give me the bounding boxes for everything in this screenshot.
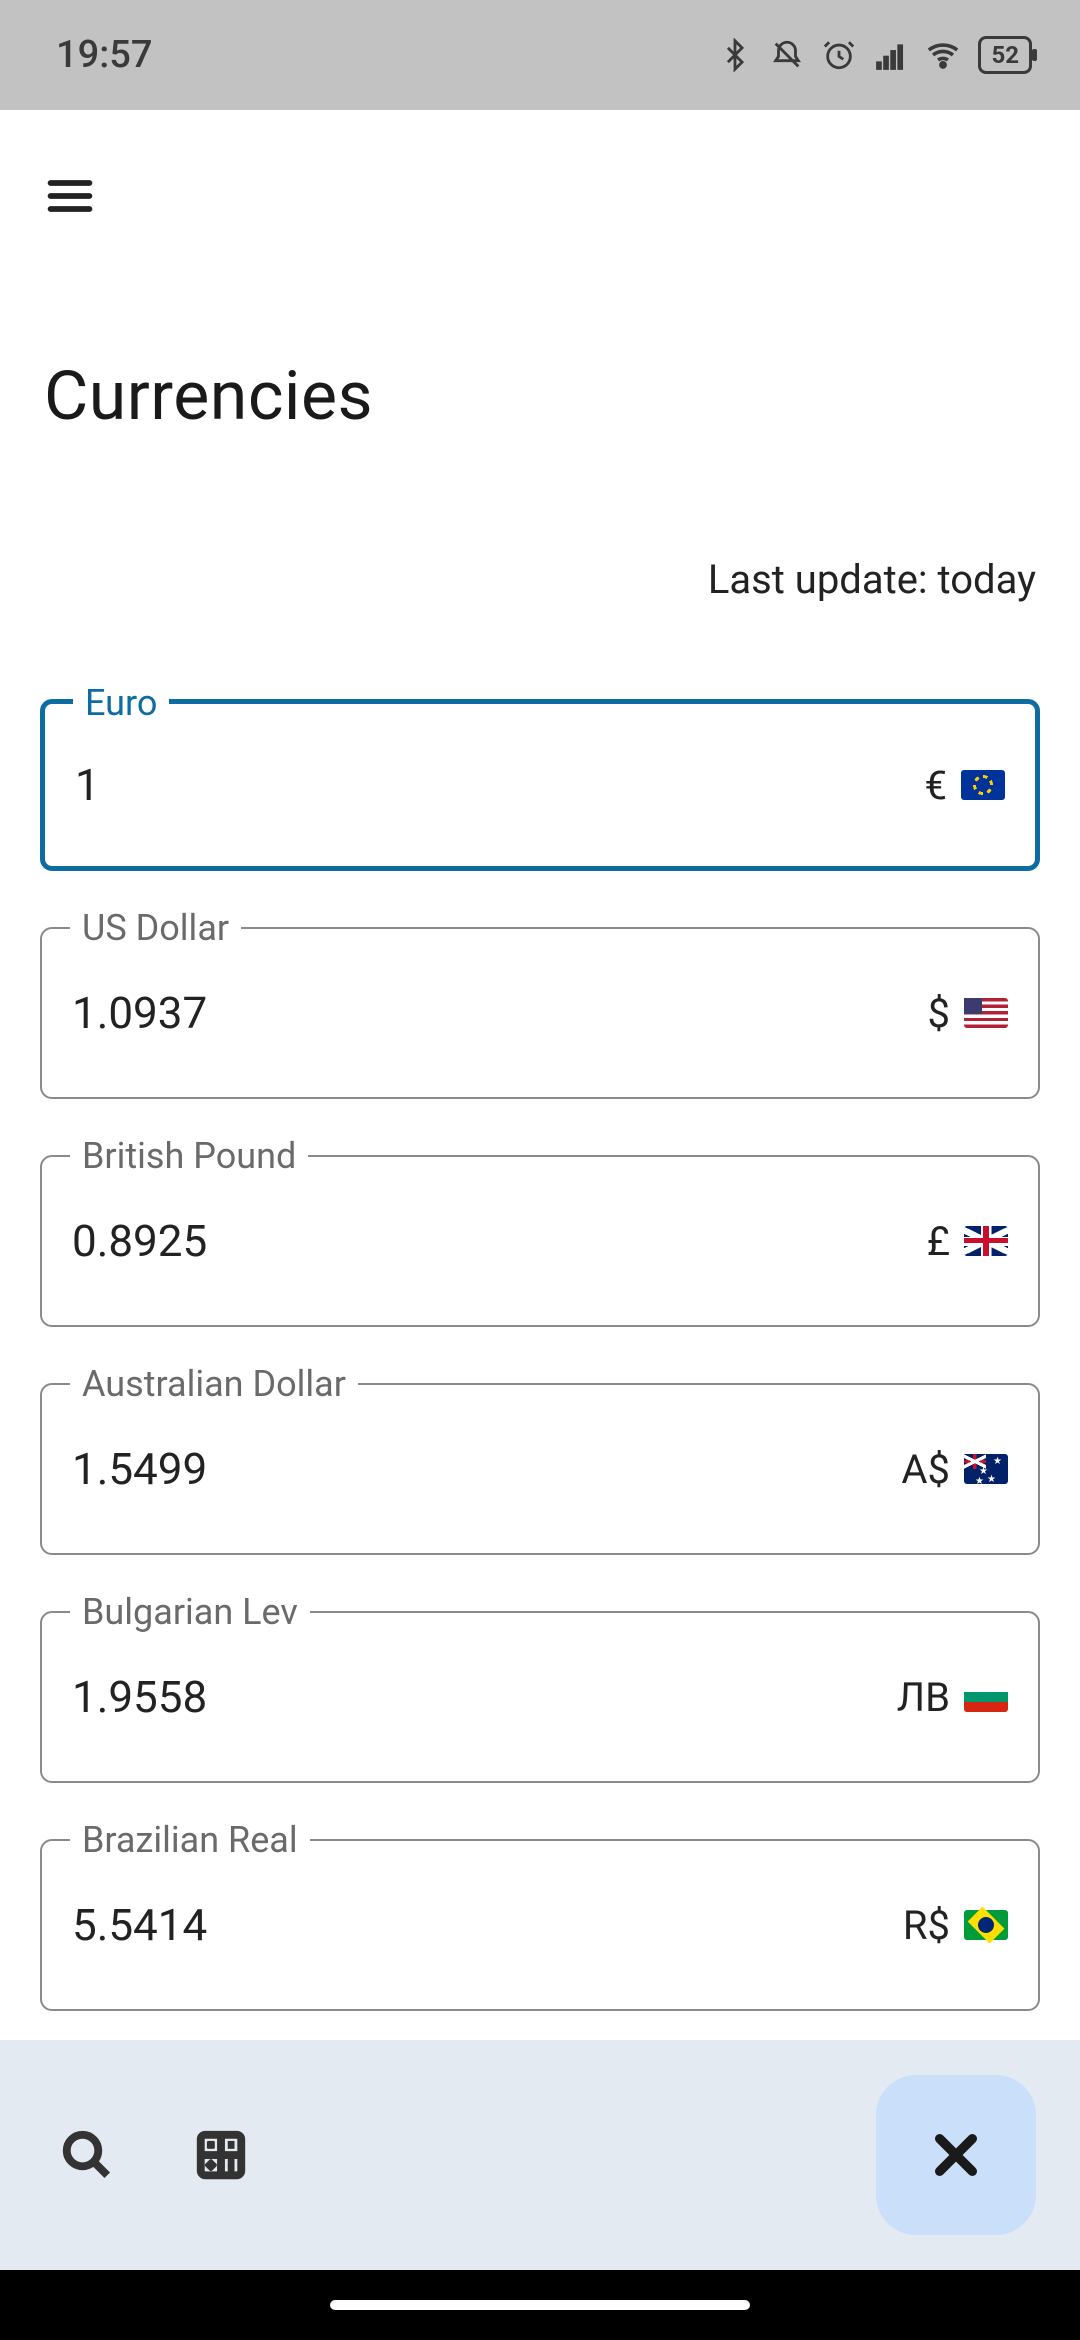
title-area: Currencies bbox=[0, 226, 1080, 436]
close-icon bbox=[928, 2127, 984, 2183]
app-bar bbox=[0, 110, 1080, 226]
calculator-button[interactable] bbox=[194, 2128, 248, 2182]
currency-value[interactable]: 1 bbox=[75, 759, 925, 811]
battery-level: 52 bbox=[991, 41, 1019, 69]
currency-label: Australian Dollar bbox=[70, 1363, 358, 1405]
nav-handle[interactable] bbox=[330, 2300, 750, 2310]
currency-symbol: $ bbox=[928, 990, 950, 1037]
currency-value[interactable]: 0.8925 bbox=[72, 1215, 927, 1267]
system-nav-bar bbox=[0, 2270, 1080, 2340]
currency-label: Euro bbox=[73, 682, 169, 724]
currency-symbol: A$ bbox=[901, 1446, 950, 1493]
currency-value[interactable]: 1.0937 bbox=[72, 987, 928, 1039]
last-update-label: Last update: today bbox=[0, 436, 1080, 603]
currency-input-box[interactable]: Australian Dollar1.5499A$ bbox=[40, 1383, 1040, 1555]
bluetooth-icon bbox=[718, 38, 752, 72]
currency-label: Bulgarian Lev bbox=[70, 1591, 310, 1633]
signal-icon bbox=[874, 38, 908, 72]
flag-icon bbox=[964, 1910, 1008, 1940]
currency-row: Australian Dollar1.5499A$ bbox=[40, 1383, 1040, 1555]
currency-right: £ bbox=[927, 1218, 1008, 1265]
currency-row: Bulgarian Lev1.9558ЛВ bbox=[40, 1611, 1040, 1783]
currency-right: ЛВ bbox=[897, 1674, 1008, 1721]
flag-icon bbox=[961, 770, 1005, 800]
currency-label: British Pound bbox=[70, 1135, 308, 1177]
currency-value[interactable]: 1.5499 bbox=[72, 1443, 901, 1495]
currency-symbol: ЛВ bbox=[897, 1674, 950, 1721]
currency-symbol: R$ bbox=[903, 1902, 950, 1949]
wifi-icon bbox=[926, 38, 960, 72]
currency-label: US Dollar bbox=[70, 907, 241, 949]
currency-value[interactable]: 5.5414 bbox=[72, 1899, 903, 1951]
currency-symbol: £ bbox=[927, 1218, 950, 1265]
currency-row: Euro1€ bbox=[40, 699, 1040, 871]
currency-label: Brazilian Real bbox=[70, 1819, 310, 1861]
calculator-icon bbox=[194, 2128, 248, 2182]
status-time: 19:57 bbox=[56, 33, 152, 77]
flag-icon bbox=[964, 1226, 1008, 1256]
flag-icon bbox=[964, 1682, 1008, 1712]
currency-right: $ bbox=[928, 990, 1008, 1037]
currency-input-box[interactable]: British Pound0.8925£ bbox=[40, 1155, 1040, 1327]
flag-icon bbox=[964, 1454, 1008, 1484]
search-icon bbox=[60, 2128, 114, 2182]
flag-icon bbox=[964, 998, 1008, 1028]
currency-right: A$ bbox=[901, 1446, 1008, 1493]
status-icons: 52 bbox=[718, 36, 1032, 74]
menu-button[interactable] bbox=[44, 170, 96, 222]
currency-input-box[interactable]: US Dollar1.0937$ bbox=[40, 927, 1040, 1099]
alarm-icon bbox=[822, 38, 856, 72]
silent-icon bbox=[770, 38, 804, 72]
currency-right: € bbox=[925, 762, 1005, 809]
currency-list: Euro1€US Dollar1.0937$British Pound0.892… bbox=[0, 603, 1080, 2011]
battery-icon: 52 bbox=[978, 36, 1032, 74]
currency-value[interactable]: 1.9558 bbox=[72, 1671, 897, 1723]
close-fab[interactable] bbox=[876, 2075, 1036, 2235]
search-button[interactable] bbox=[60, 2128, 114, 2182]
bottom-bar bbox=[0, 2040, 1080, 2270]
currency-row: British Pound0.8925£ bbox=[40, 1155, 1040, 1327]
currency-symbol: € bbox=[925, 762, 947, 809]
currency-right: R$ bbox=[903, 1902, 1008, 1949]
currency-row: Brazilian Real5.5414R$ bbox=[40, 1839, 1040, 2011]
status-bar: 19:57 52 bbox=[0, 0, 1080, 110]
currency-input-box[interactable]: Brazilian Real5.5414R$ bbox=[40, 1839, 1040, 2011]
hamburger-icon bbox=[44, 170, 96, 222]
currency-row: US Dollar1.0937$ bbox=[40, 927, 1040, 1099]
currency-input-box[interactable]: Euro1€ bbox=[40, 699, 1040, 871]
page-title: Currencies bbox=[44, 356, 1036, 436]
currency-input-box[interactable]: Bulgarian Lev1.9558ЛВ bbox=[40, 1611, 1040, 1783]
